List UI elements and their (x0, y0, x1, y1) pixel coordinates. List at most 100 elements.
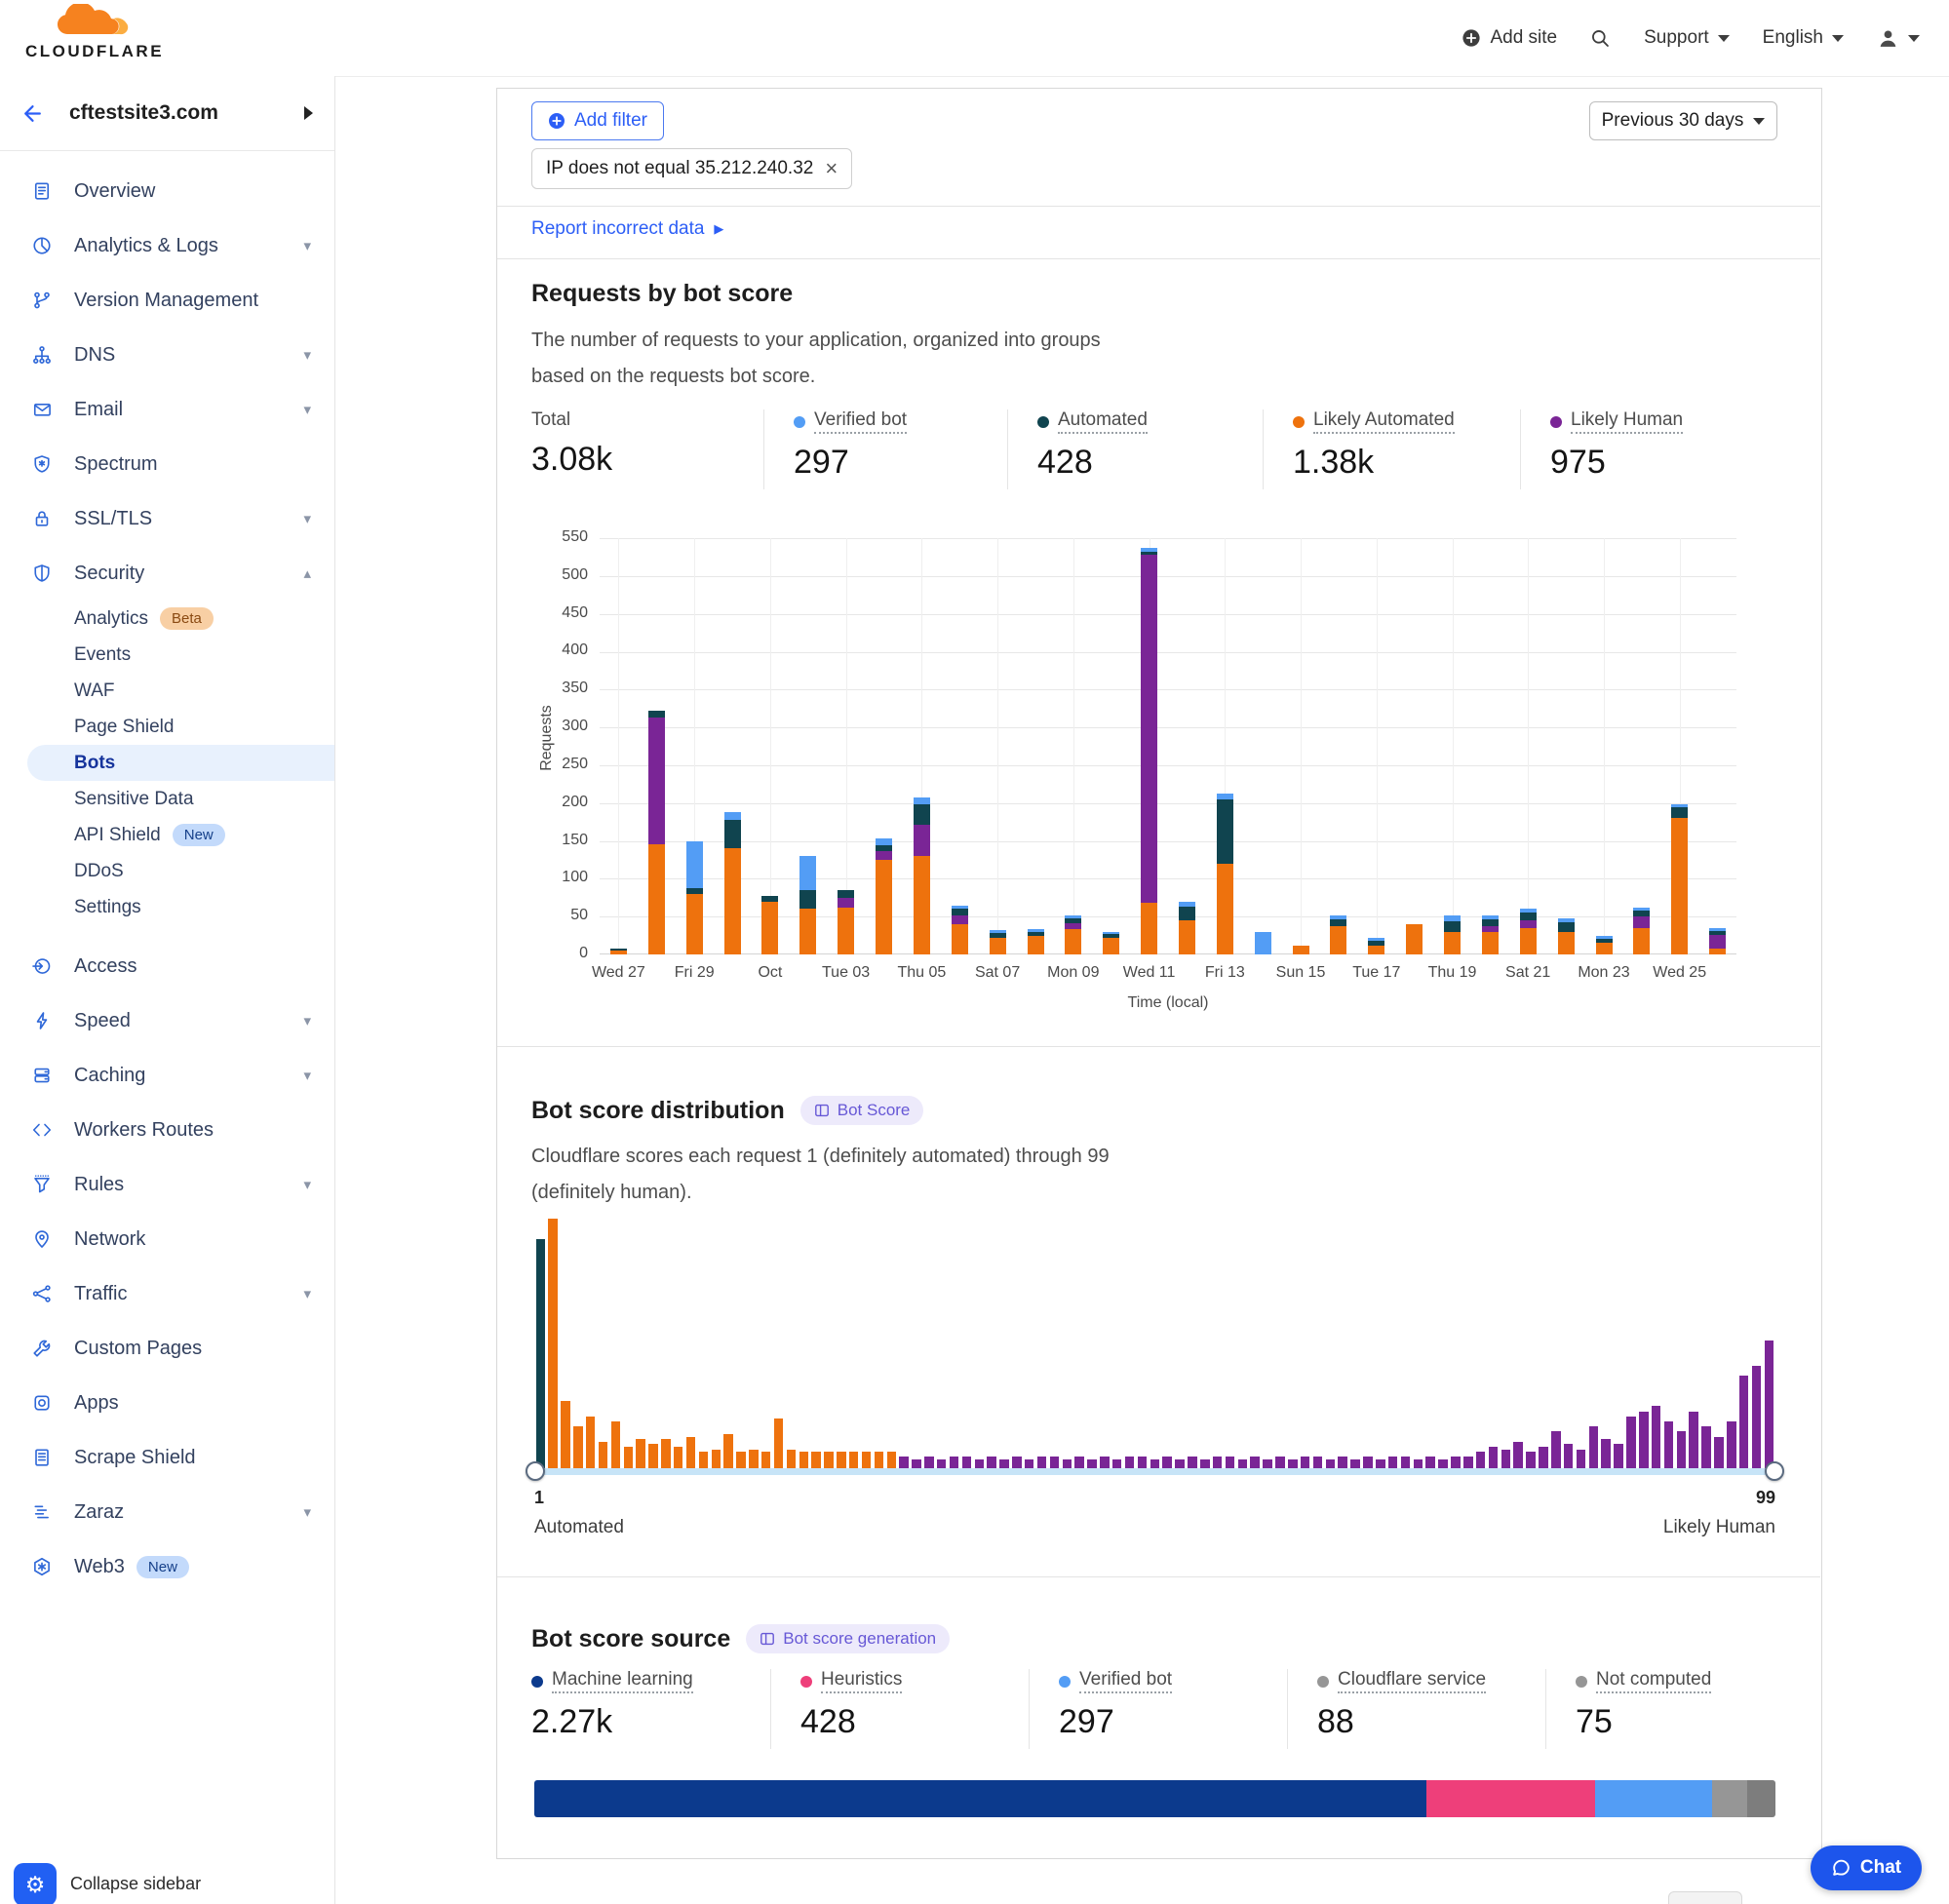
support-menu[interactable]: Support (1644, 27, 1730, 49)
stat-automated: Automated 428 (1007, 409, 1263, 489)
stat-label[interactable]: Not computed (1596, 1669, 1711, 1693)
sidebar-item-label: WAF (74, 680, 115, 702)
legend-dot (794, 416, 805, 428)
bot-score-badge[interactable]: Bot Score (800, 1096, 924, 1125)
sidebar-item-label: Network (74, 1228, 145, 1251)
stat-label[interactable]: Likely Human (1571, 409, 1683, 434)
sidebar-item-label: Analytics (74, 608, 148, 630)
slider-handle-min[interactable] (526, 1461, 545, 1481)
chat-button[interactable]: Chat (1811, 1846, 1922, 1890)
chevron-down-icon[interactable]: ▾ (303, 510, 311, 527)
chevron-down-icon[interactable]: ▾ (303, 401, 311, 418)
stacked-bar-wed-18 (1406, 924, 1423, 954)
stat-label[interactable]: Likely Automated (1313, 409, 1455, 434)
sidebar-item-settings[interactable]: Settings (0, 889, 334, 925)
sidebar-item-scrape-shield[interactable]: Scrape Shield (0, 1430, 334, 1485)
distribution-title-text: Bot score distribution (531, 1097, 785, 1125)
sidebar-item-workers-routes[interactable]: Workers Routes (0, 1103, 334, 1157)
stat-label[interactable]: Cloudflare service (1338, 1669, 1486, 1693)
new-badge: New (136, 1556, 189, 1578)
sidebar-item-label: Email (74, 399, 123, 421)
chevron-down-icon[interactable]: ▾ (303, 1067, 311, 1084)
sidebar-item-caching[interactable]: Caching▾ (0, 1048, 334, 1103)
sidebar-item-events[interactable]: Events (0, 637, 334, 673)
chevron-up-icon[interactable]: ▴ (303, 564, 311, 582)
legend-dot (531, 1676, 543, 1688)
add-filter-button[interactable]: Add filter (531, 101, 664, 140)
filter-chip[interactable]: IP does not equal 35.212.240.32 × (531, 148, 852, 189)
back-arrow-icon[interactable] (21, 102, 44, 125)
chevron-down-icon[interactable]: ▾ (303, 1503, 311, 1521)
sidebar-item-label: SSL/TLS (74, 508, 152, 530)
sidebar-item-waf[interactable]: WAF (0, 673, 334, 709)
sidebar-item-label: Web3 (74, 1556, 125, 1578)
sidebar-item-spectrum[interactable]: Spectrum (0, 437, 334, 491)
stacked-bar-sun-15 (1293, 946, 1309, 954)
collapse-sidebar-button[interactable]: Collapse sidebar (70, 1874, 201, 1894)
source-bar-segment-heuristics (1426, 1780, 1595, 1817)
account-menu[interactable] (1877, 27, 1920, 50)
sidebar-item-speed[interactable]: Speed▾ (0, 993, 334, 1048)
stat-label[interactable]: Heuristics (821, 1669, 902, 1693)
top-header: CLOUDFLARE Add site Support English (0, 0, 1949, 77)
stacked-bar-thu-28 (648, 711, 665, 954)
sidebar-item-overview[interactable]: Overview (0, 164, 334, 218)
gear-icon: ⚙ (25, 1872, 46, 1898)
sidebar-item-ddos[interactable]: DDoS (0, 853, 334, 889)
sidebar-item-traffic[interactable]: Traffic▾ (0, 1266, 334, 1321)
sidebar-item-custom-pages[interactable]: Custom Pages (0, 1321, 334, 1376)
sidebar-item-ssl-tls[interactable]: SSL/TLS ▾ (0, 491, 334, 546)
sidebar-item-analytics-logs[interactable]: Analytics & Logs▾ (0, 218, 334, 273)
bar-segment-likely-human (914, 825, 930, 857)
add-site-button[interactable]: Add site (1462, 27, 1557, 49)
search-button[interactable] (1590, 28, 1611, 49)
stat-value: 2.27k (531, 1703, 770, 1741)
bar-segment-likely-human (648, 718, 665, 844)
settings-gear-button[interactable]: ⚙ (14, 1863, 57, 1904)
sidebar-item-page-shield[interactable]: Page Shield (0, 709, 334, 745)
stat-label[interactable]: Verified bot (814, 409, 907, 434)
chevron-down-icon (1832, 35, 1844, 42)
bar-segment-likely-automated (1709, 949, 1726, 954)
report-incorrect-data-link[interactable]: Report incorrect data ▶ (531, 218, 723, 240)
chevron-down-icon[interactable]: ▾ (303, 237, 311, 254)
language-menu[interactable]: English (1763, 27, 1844, 49)
stat-label[interactable]: Machine learning (552, 1669, 693, 1693)
sidebar-item-zaraz[interactable]: Zaraz▾ (0, 1485, 334, 1539)
gridline-v (1301, 538, 1302, 954)
time-range-dropdown[interactable]: Previous 30 days (1589, 101, 1777, 140)
stacked-bar-tue-10 (1103, 932, 1119, 954)
stat-label[interactable]: Verified bot (1079, 1669, 1172, 1693)
chevron-down-icon[interactable]: ▾ (303, 1285, 311, 1302)
sidebar-item-rules[interactable]: Rules▾ (0, 1157, 334, 1212)
sidebar-item-sensitive-data[interactable]: Sensitive Data (0, 781, 334, 817)
stat-label[interactable]: Automated (1058, 409, 1148, 434)
sidebar-item-bots[interactable]: Bots (27, 745, 334, 781)
close-icon[interactable]: × (825, 158, 838, 179)
chevron-down-icon[interactable]: ▾ (303, 1012, 311, 1030)
sidebar-item-access[interactable]: Access (0, 939, 334, 993)
sidebar-item-email[interactable]: Email ▾ (0, 382, 334, 437)
sidebar-item-dns[interactable]: DNS▾ (0, 328, 334, 382)
chevron-right-icon[interactable] (304, 106, 313, 120)
stacked-bar-sun-08 (1028, 929, 1044, 954)
sidebar-item-web3[interactable]: Web3 New (0, 1539, 334, 1594)
sidebar-item-apps[interactable]: Apps (0, 1376, 334, 1430)
sidebar-item-api-shield[interactable]: API ShieldNew (0, 817, 334, 853)
site-name[interactable]: cftestsite3.com (69, 101, 218, 125)
sidebar-item-analytics[interactable]: AnalyticsBeta (0, 601, 334, 637)
chevron-down-icon[interactable]: ▾ (303, 346, 311, 364)
cloudflare-logo[interactable]: CLOUDFLARE (21, 4, 168, 61)
bar-segment-automated (724, 820, 741, 849)
sidebar-item-network[interactable]: Network (0, 1212, 334, 1266)
sidebar-item-security[interactable]: Security▴ (0, 546, 334, 601)
stat-value: 1.38k (1293, 444, 1520, 482)
gridline-v (618, 538, 619, 954)
chevron-down-icon[interactable]: ▾ (303, 1176, 311, 1193)
slider-handle-max[interactable] (1765, 1461, 1784, 1481)
score-slider-track[interactable] (534, 1468, 1775, 1475)
bar-segment-automated (914, 804, 930, 824)
sidebar-item-version-management[interactable]: Version Management (0, 273, 334, 328)
histogram-bar-score-85 (1589, 1426, 1599, 1472)
bot-score-generation-badge[interactable]: Bot score generation (746, 1624, 950, 1653)
